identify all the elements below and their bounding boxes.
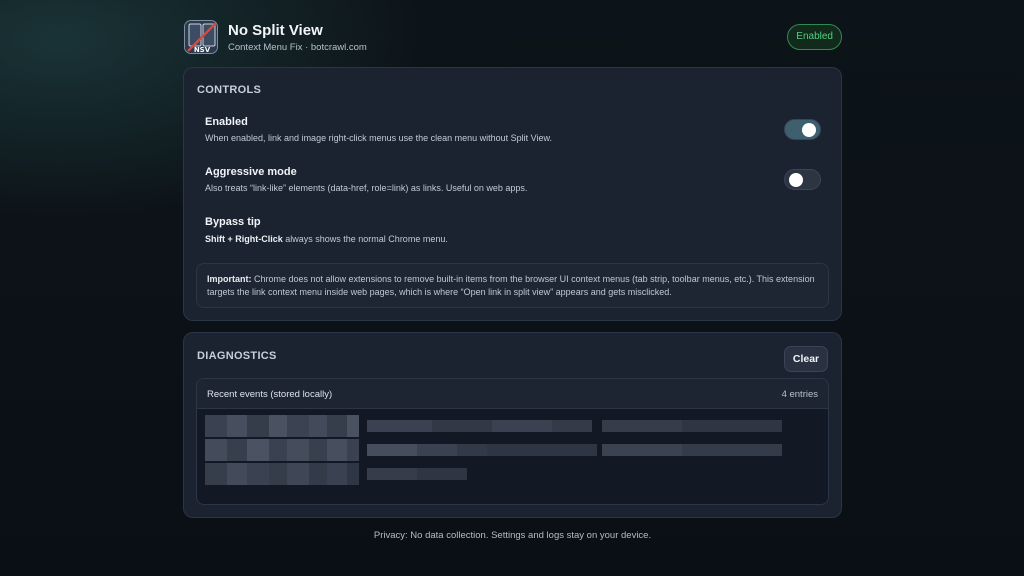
enabled-description: When enabled, link and image right-click… (205, 133, 553, 143)
nsv-logo-icon: NSV (184, 20, 218, 54)
aggressive-toggle[interactable] (784, 169, 821, 190)
events-list[interactable] (197, 409, 828, 504)
enabled-toggle[interactable] (784, 119, 821, 140)
list-item (205, 439, 825, 461)
bypass-title: Bypass tip (205, 216, 261, 228)
events-panel: Recent events (stored locally) 4 entries (196, 378, 829, 505)
logo-text: NSV (194, 46, 211, 54)
note-text: Chrome does not allow extensions to remo… (207, 274, 815, 297)
diagnostics-card: DIAGNOSTICS Clear Recent events (stored … (183, 332, 842, 518)
aggressive-title: Aggressive mode (205, 166, 297, 178)
controls-card: CONTROLS Enabled When enabled, link and … (183, 67, 842, 321)
diagnostics-section-title: DIAGNOSTICS (197, 350, 277, 362)
important-note: Important: Chrome does not allow extensi… (196, 263, 829, 308)
toggle-knob (802, 123, 816, 137)
note-label: Important: (207, 274, 252, 284)
bypass-description: Shift + Right-Click always shows the nor… (205, 234, 448, 244)
events-header: Recent events (stored locally) 4 entries (197, 379, 828, 409)
app-subtitle: Context Menu Fix · botcrawl.com (228, 42, 367, 53)
privacy-footer: Privacy: No data collection. Settings an… (373, 530, 652, 541)
controls-section-title: CONTROLS (197, 84, 262, 96)
popup-container: NSV No Split View Context Menu Fix · bot… (183, 0, 842, 541)
bypass-text: always shows the normal Chrome menu. (282, 234, 448, 244)
app-title: No Split View (228, 22, 323, 39)
clear-button[interactable]: Clear (784, 346, 828, 372)
status-badge: Enabled (787, 24, 842, 50)
aggressive-description: Also treats “link-like” elements (data-h… (205, 183, 528, 193)
list-item (205, 415, 825, 437)
enabled-title: Enabled (205, 116, 248, 128)
events-label: Recent events (stored locally) (207, 389, 333, 400)
bypass-key: Shift + Right-Click (205, 234, 283, 244)
toggle-knob (789, 173, 803, 187)
list-item (205, 463, 825, 485)
events-count: 4 entries (781, 389, 818, 400)
header: NSV No Split View Context Menu Fix · bot… (183, 0, 842, 67)
